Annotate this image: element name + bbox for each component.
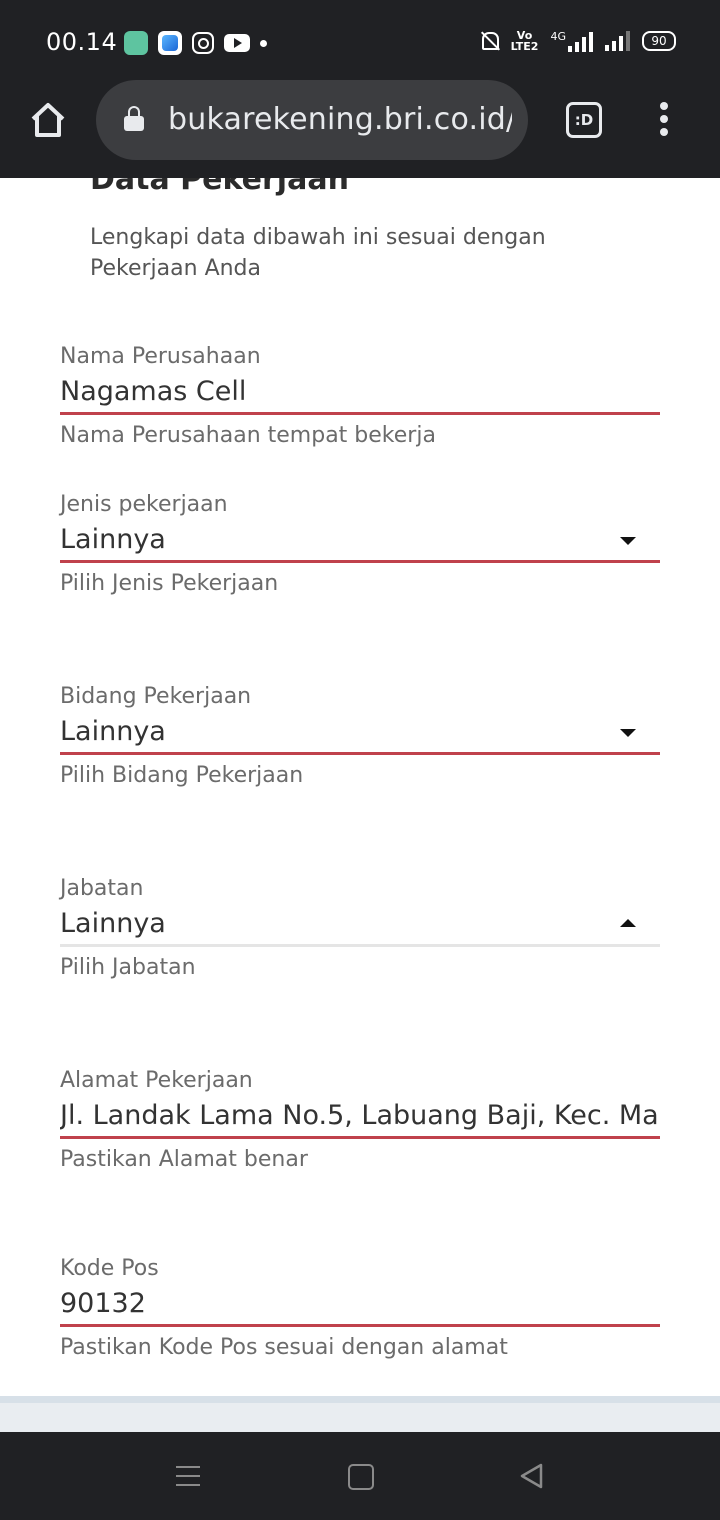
url-text[interactable]: bukarekening.bri.co.id/d [168,100,512,140]
field-label: Jenis pekerjaan [60,492,228,517]
signal-sim1-icon: 4G [550,31,593,52]
field-alamat-pekerjaan: Alamat Pekerjaan Jl. Landak Lama No.5, L… [60,1066,660,1175]
input-underline [60,412,660,415]
volte-indicator: Vo LTE2 [510,29,539,53]
alamat-pekerjaan-input[interactable]: Jl. Landak Lama No.5, Labuang Baji, Kec.… [60,1096,660,1136]
instagram-icon [192,32,214,54]
field-jenis-pekerjaan: Jenis pekerjaan Lainnya Pilih Jenis Peke… [60,490,660,599]
system-icons: Vo LTE2 4G 90 [479,30,676,52]
home-icon[interactable] [28,100,68,140]
signal-sim2-icon [605,31,630,51]
section-title: Data Pekerjaan [90,178,349,197]
field-nama-perusahaan: Nama Perusahaan Nagamas Cell Nama Perusa… [60,342,660,451]
field-label: Jabatan [60,876,144,901]
chevron-up-icon[interactable] [620,919,636,927]
select-value: Lainnya [60,716,166,747]
app-notification-icon [158,31,182,55]
select-value: Lainnya [60,908,166,939]
select-value: Lainnya [60,524,166,555]
lock-icon [124,106,144,132]
field-kode-pos: Kode Pos 90132 Pastikan Kode Pos sesuai … [60,1254,660,1363]
chevron-down-icon[interactable] [620,729,636,737]
field-bidang-pekerjaan: Bidang Pekerjaan Lainnya Pilih Bidang Pe… [60,682,660,791]
field-helper: Pilih Jabatan [60,955,196,980]
field-helper: Pilih Jenis Pekerjaan [60,571,279,596]
field-helper: Nama Perusahaan tempat bekerja [60,423,436,448]
section-subtitle: Lengkapi data dibawah ini sesuai dengan … [90,225,546,281]
input-underline [60,1136,660,1139]
input-underline [60,752,660,755]
back-icon[interactable] [518,1462,544,1490]
system-navigation-bar [0,1432,720,1520]
jabatan-select[interactable]: Lainnya [60,904,660,944]
field-label: Bidang Pekerjaan [60,684,252,709]
kode-pos-input[interactable]: 90132 [60,1284,660,1324]
field-helper: Pastikan Kode Pos sesuai dengan alamat [60,1335,508,1360]
status-time: 00.14 [46,28,118,56]
notification-icons [124,31,267,55]
app-notification-icon [124,31,148,55]
input-underline [60,560,660,563]
status-bar: 00.14 Vo LTE2 4G 90 [0,0,720,88]
jenis-pekerjaan-select[interactable]: Lainnya [60,520,660,560]
home-nav-icon[interactable] [348,1464,374,1490]
field-label: Alamat Pekerjaan [60,1068,253,1093]
page-footer-strip [0,1396,720,1432]
recent-apps-icon[interactable] [176,1466,200,1488]
address-bar[interactable]: bukarekening.bri.co.id/d [96,80,528,160]
more-options-icon[interactable] [656,102,672,138]
input-underline [60,1324,660,1327]
tab-switcher-button[interactable]: :D [566,102,602,138]
chevron-down-icon[interactable] [620,537,636,545]
bidang-pekerjaan-select[interactable]: Lainnya [60,712,660,752]
network-type-label: 4G [550,29,566,43]
field-label: Kode Pos [60,1256,159,1281]
field-helper: Pilih Bidang Pekerjaan [60,763,304,788]
youtube-icon [224,34,250,52]
field-helper: Pastikan Alamat benar [60,1147,308,1172]
muted-bell-icon [479,30,499,52]
more-notifications-dot-icon [260,39,267,47]
battery-icon: 90 [642,31,676,51]
nama-perusahaan-input[interactable]: Nagamas Cell [60,372,660,412]
input-underline [60,944,660,947]
page-content: Data Pekerjaan Lengkapi data dibawah ini… [0,178,720,1396]
field-label: Nama Perusahaan [60,344,261,369]
field-jabatan: Jabatan Lainnya Pilih Jabatan [60,874,660,983]
